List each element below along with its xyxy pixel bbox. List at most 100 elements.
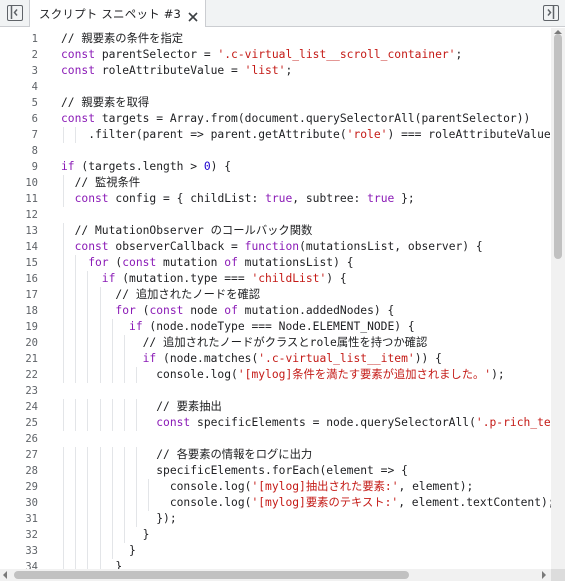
code-line[interactable]: 4 (0, 79, 551, 95)
code-token: const (61, 416, 198, 429)
code-text: } (61, 559, 122, 569)
code-line[interactable]: 10 // 監視条件 (0, 175, 551, 191)
code-text: // 親要素の条件を指定 (61, 31, 183, 47)
code-line[interactable]: 16 if (mutation.type === 'childList') { (0, 271, 551, 287)
code-line[interactable]: 33 } (0, 543, 551, 559)
code-editor[interactable]: 1 // 親要素の条件を指定 2 const parentSelector = '.c… (0, 28, 551, 569)
line-number: 26 (25, 433, 38, 445)
code-line[interactable]: 29 console.log('[mylog]抽出された要素:', elemen… (0, 479, 551, 495)
indent-guide (124, 463, 125, 479)
vertical-scroll-thumb[interactable] (554, 34, 562, 259)
code-line[interactable]: 7 .filter(parent => parent.getAttribute(… (0, 127, 551, 143)
code-line[interactable]: 20 // 追加されたノードがクラスとrole属性を持つか確認 (0, 335, 551, 351)
indent-guide (111, 399, 113, 415)
indent-guide (87, 335, 89, 351)
line-number: 32 (25, 529, 38, 541)
code-token: ); (491, 368, 505, 381)
code-line[interactable]: 6 const targets = Array.from(document.que… (0, 111, 551, 127)
code-line[interactable]: 34 } (0, 559, 551, 569)
indent-guide (87, 319, 89, 335)
code-line[interactable]: 23 (0, 383, 551, 399)
indent-guide (111, 479, 113, 495)
indent-guide (99, 463, 101, 479)
line-number: 7 (31, 129, 38, 141)
code-token: 'role' (346, 128, 388, 141)
code-text: // 追加されたノードを確認 (61, 287, 260, 303)
code-token: const (61, 64, 102, 77)
code-token: (mutationsList, observer) { (299, 240, 483, 253)
indent-guide (99, 511, 101, 527)
code-text: // MutationObserver のコールバック関数 (61, 223, 313, 239)
code-text: const targets = Array.from(document.quer… (61, 111, 530, 127)
code-line[interactable]: 28 specificElements.forEach(element => { (0, 463, 551, 479)
code-token: of (224, 304, 245, 317)
indent-guide (124, 351, 125, 367)
line-number: 33 (25, 545, 38, 557)
line-number: 16 (25, 273, 38, 285)
code-token: // 監視条件 (61, 176, 141, 189)
code-line[interactable]: 11 const config = { childList: true, sub… (0, 191, 551, 207)
code-line[interactable]: 30 console.log('[mylog]要素のテキスト:', elemen… (0, 495, 551, 511)
code-text: // 監視条件 (61, 175, 141, 191)
indent-guide (63, 303, 64, 319)
indent-guide (63, 543, 64, 559)
indent-guide (99, 527, 101, 543)
scrollbar-corner (551, 569, 565, 581)
code-line[interactable]: 19 if (node.nodeType === Node.ELEMENT_NO… (0, 319, 551, 335)
code-line[interactable]: 21 if (node.matches('.c-virtual_list__it… (0, 351, 551, 367)
horizontal-scroll-thumb[interactable] (14, 571, 409, 579)
code-line[interactable]: 3 const roleAttributeValue = 'list'; (0, 63, 551, 79)
line-number: 34 (25, 561, 38, 569)
code-line[interactable]: 2 const parentSelector = '.c-virtual_list… (0, 47, 551, 63)
code-line[interactable]: 13 // MutationObserver のコールバック関数 (0, 223, 551, 239)
line-number: 17 (25, 289, 38, 301)
indent-guide (99, 367, 101, 383)
code-line[interactable]: 5 // 親要素を取得 (0, 95, 551, 111)
code-line[interactable]: 1 // 親要素の条件を指定 (0, 31, 551, 47)
horizontal-scrollbar[interactable] (0, 569, 551, 581)
code-line[interactable]: 14 const observerCallback = function(mut… (0, 239, 551, 255)
line-number: 3 (31, 65, 38, 77)
code-text: if (targets.length > 0) { (61, 159, 231, 175)
vertical-scrollbar[interactable] (551, 28, 565, 569)
indent-guide (136, 399, 138, 415)
scroll-left-icon[interactable] (3, 571, 7, 579)
code-text: // 要素抽出 (61, 399, 222, 415)
code-token: true (265, 192, 293, 205)
line-number: 12 (25, 209, 38, 221)
code-line[interactable]: 26 (0, 431, 551, 447)
code-token: (mutation.type === (122, 272, 252, 285)
toggle-navigator-icon[interactable] (7, 5, 23, 21)
indent-guide (63, 559, 64, 569)
code-line[interactable]: 31 }); (0, 511, 551, 527)
toggle-sidebar-icon[interactable] (543, 5, 559, 21)
close-icon[interactable] (187, 8, 199, 22)
line-number: 30 (25, 497, 38, 509)
code-text: const roleAttributeValue = 'list'; (61, 63, 292, 79)
code-line[interactable]: 32 } (0, 527, 551, 543)
code-token: ) { (326, 272, 347, 285)
code-token: '.c-virtual_list__item' (258, 352, 415, 365)
scroll-right-icon[interactable] (542, 571, 546, 579)
code-line[interactable]: 22 console.log('[mylog]条件を満たす要素が追加されました。… (0, 367, 551, 383)
code-text: const specificElements = node.querySelec… (61, 415, 551, 431)
indent-guide (75, 495, 77, 511)
code-line[interactable]: 17 // 追加されたノードを確認 (0, 287, 551, 303)
code-text: console.log('[mylog]抽出された要素:', element); (61, 479, 474, 495)
code-line[interactable]: 15 for (const mutation of mutationsList)… (0, 255, 551, 271)
code-line[interactable]: 18 for (const node of mutation.addedNode… (0, 303, 551, 319)
line-number: 8 (31, 145, 38, 157)
code-line[interactable]: 9 if (targets.length > 0) { (0, 159, 551, 175)
line-number: 14 (25, 241, 38, 253)
code-token: , element.textContent); (398, 496, 551, 509)
indent-guide (63, 175, 64, 191)
code-line[interactable]: 27 // 各要素の情報をログに出力 (0, 447, 551, 463)
indent-guide (87, 559, 89, 569)
code-line[interactable]: 24 // 要素抽出 (0, 399, 551, 415)
code-line[interactable]: 8 (0, 143, 551, 159)
code-line[interactable]: 25 const specificElements = node.querySe… (0, 415, 551, 431)
code-line[interactable]: 12 (0, 207, 551, 223)
tab-snippet[interactable]: スクリプト スニペット #3 (29, 0, 207, 27)
indent-guide (99, 559, 101, 569)
indent-guide (75, 127, 77, 143)
